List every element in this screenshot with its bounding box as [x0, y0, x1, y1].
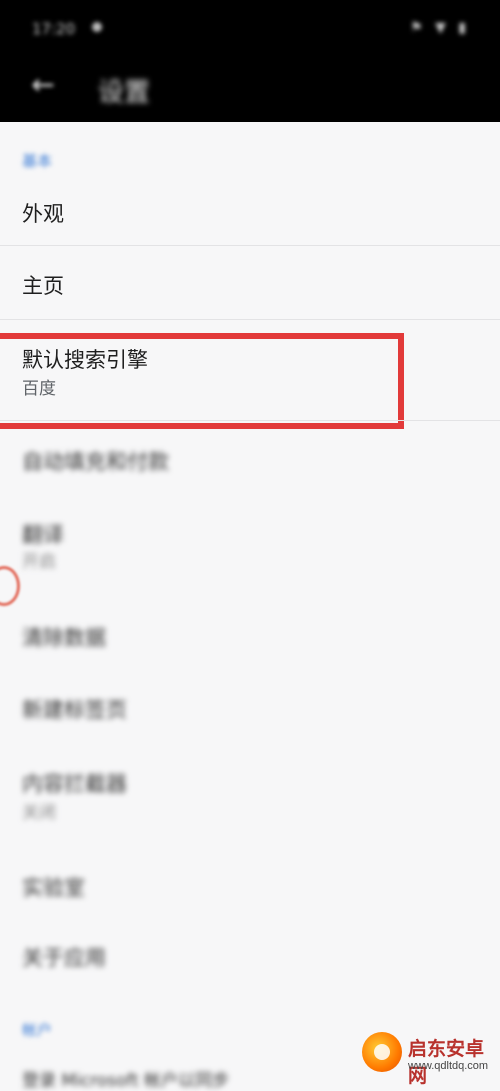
- settings-list: 基本 外观 主页 默认搜索引擎 百度 自动填充和付款 翻译 开启 清除数据 新建…: [0, 122, 500, 1091]
- settings-item-new-tab[interactable]: 新建标签页: [0, 674, 500, 738]
- settings-item-label: 内容拦截器: [22, 772, 127, 796]
- settings-item-about[interactable]: 关于应用: [0, 922, 500, 986]
- settings-item-value: 开启: [22, 552, 56, 572]
- settings-item-content-blocker[interactable]: 内容拦截器 关闭: [0, 754, 500, 840]
- settings-item-clear-data[interactable]: 清除数据: [0, 602, 500, 666]
- settings-item-label: 登录 Microsoft 帐户以同步: [22, 1071, 230, 1091]
- section-header-account: 帐户: [22, 1021, 53, 1039]
- divider: [0, 420, 500, 421]
- settings-item-value: 关闭: [22, 803, 56, 823]
- back-arrow-icon[interactable]: ←: [26, 68, 60, 102]
- settings-item-autofill[interactable]: 自动填充和付款: [0, 422, 500, 494]
- section-header-basic: 基本: [22, 152, 53, 170]
- settings-item-translate[interactable]: 翻译 开启: [0, 507, 500, 587]
- app-bar: ← 设置: [0, 56, 500, 122]
- settings-item-label: 外观: [22, 202, 64, 226]
- highlight-box: [0, 333, 404, 429]
- settings-item-label: 关于应用: [22, 946, 106, 970]
- page-title: 设置: [98, 78, 151, 108]
- settings-item-label: 清除数据: [22, 626, 106, 650]
- settings-item-label: 翻译: [22, 523, 64, 547]
- status-time: 17:20: [32, 20, 76, 38]
- status-bar: 17:20 ⚑ ▼ ▮: [0, 0, 500, 56]
- settings-item-label: 主页: [22, 274, 64, 298]
- settings-item-label: 实验室: [22, 876, 85, 900]
- watermark-url: www.qdltdq.com: [408, 1060, 489, 1072]
- settings-item-labs[interactable]: 实验室: [0, 852, 500, 916]
- status-icons: ⚑ ▼ ▮: [410, 20, 470, 36]
- settings-item-appearance[interactable]: 外观: [0, 184, 500, 244]
- watermark-logo-icon: [362, 1032, 402, 1072]
- settings-item-label: 自动填充和付款: [22, 450, 169, 474]
- settings-item-label: 新建标签页: [22, 698, 127, 722]
- notification-icon: [92, 22, 102, 32]
- watermark: 启东安卓网 www.qdltdq.com: [362, 1024, 494, 1087]
- settings-item-homepage[interactable]: 主页: [0, 246, 500, 318]
